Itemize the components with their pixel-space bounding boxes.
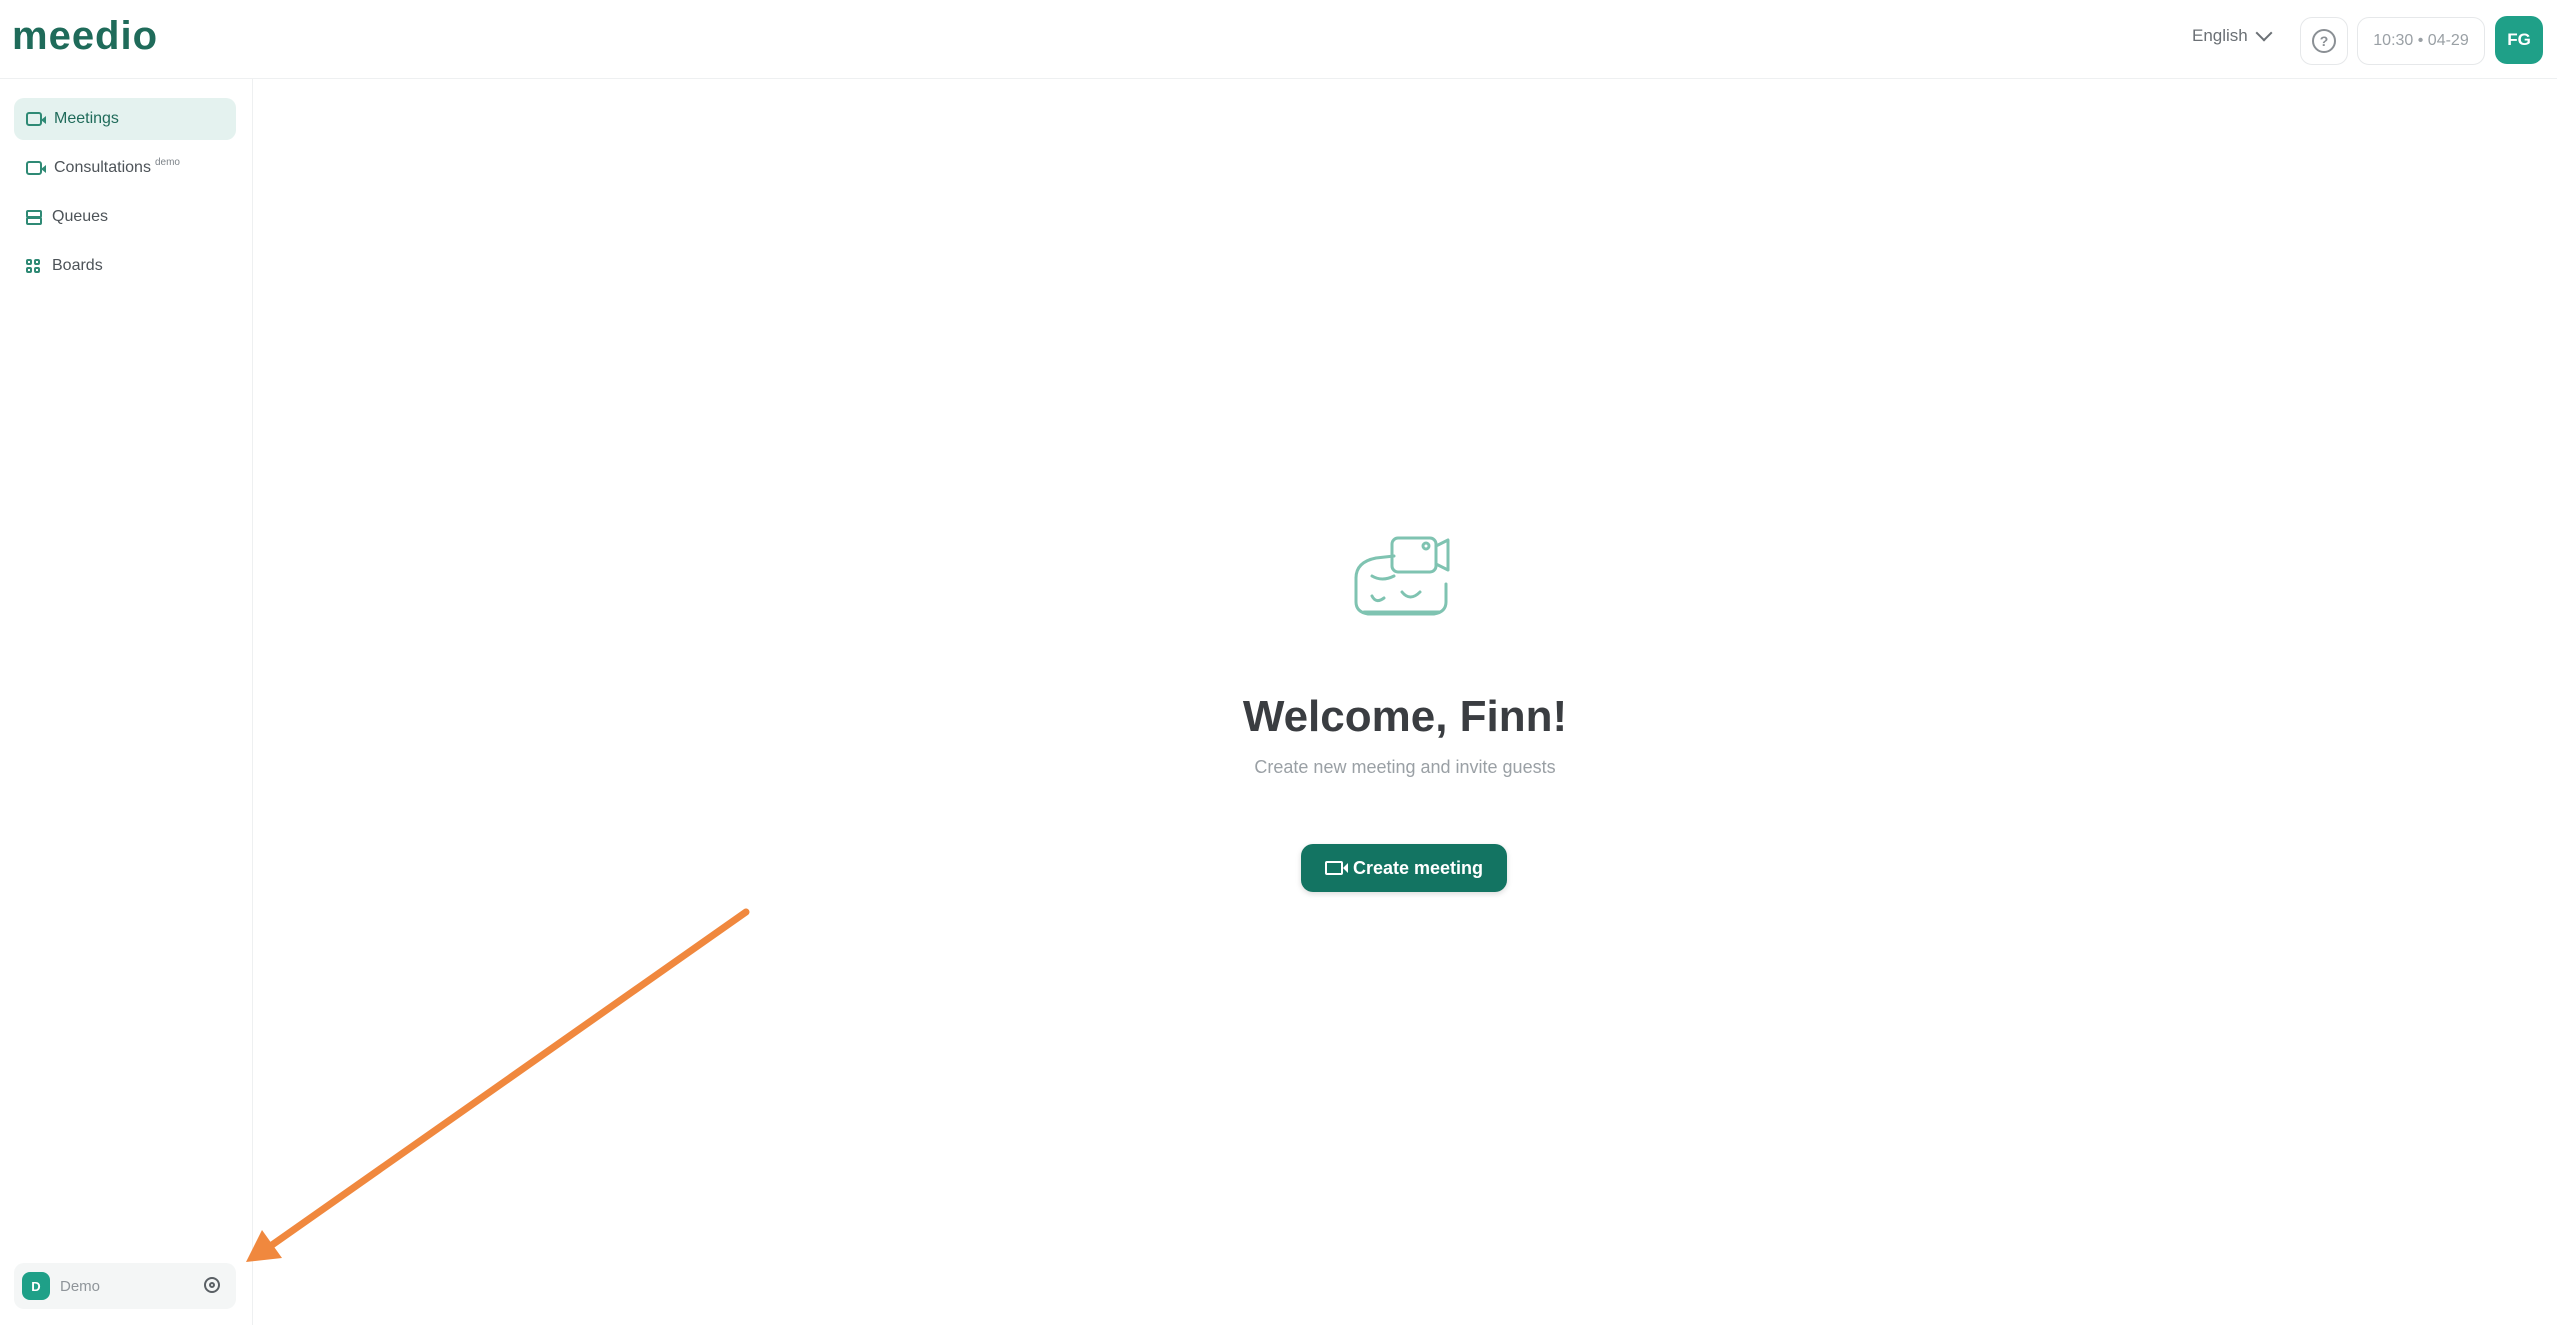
annotation-arrow xyxy=(246,908,750,1262)
